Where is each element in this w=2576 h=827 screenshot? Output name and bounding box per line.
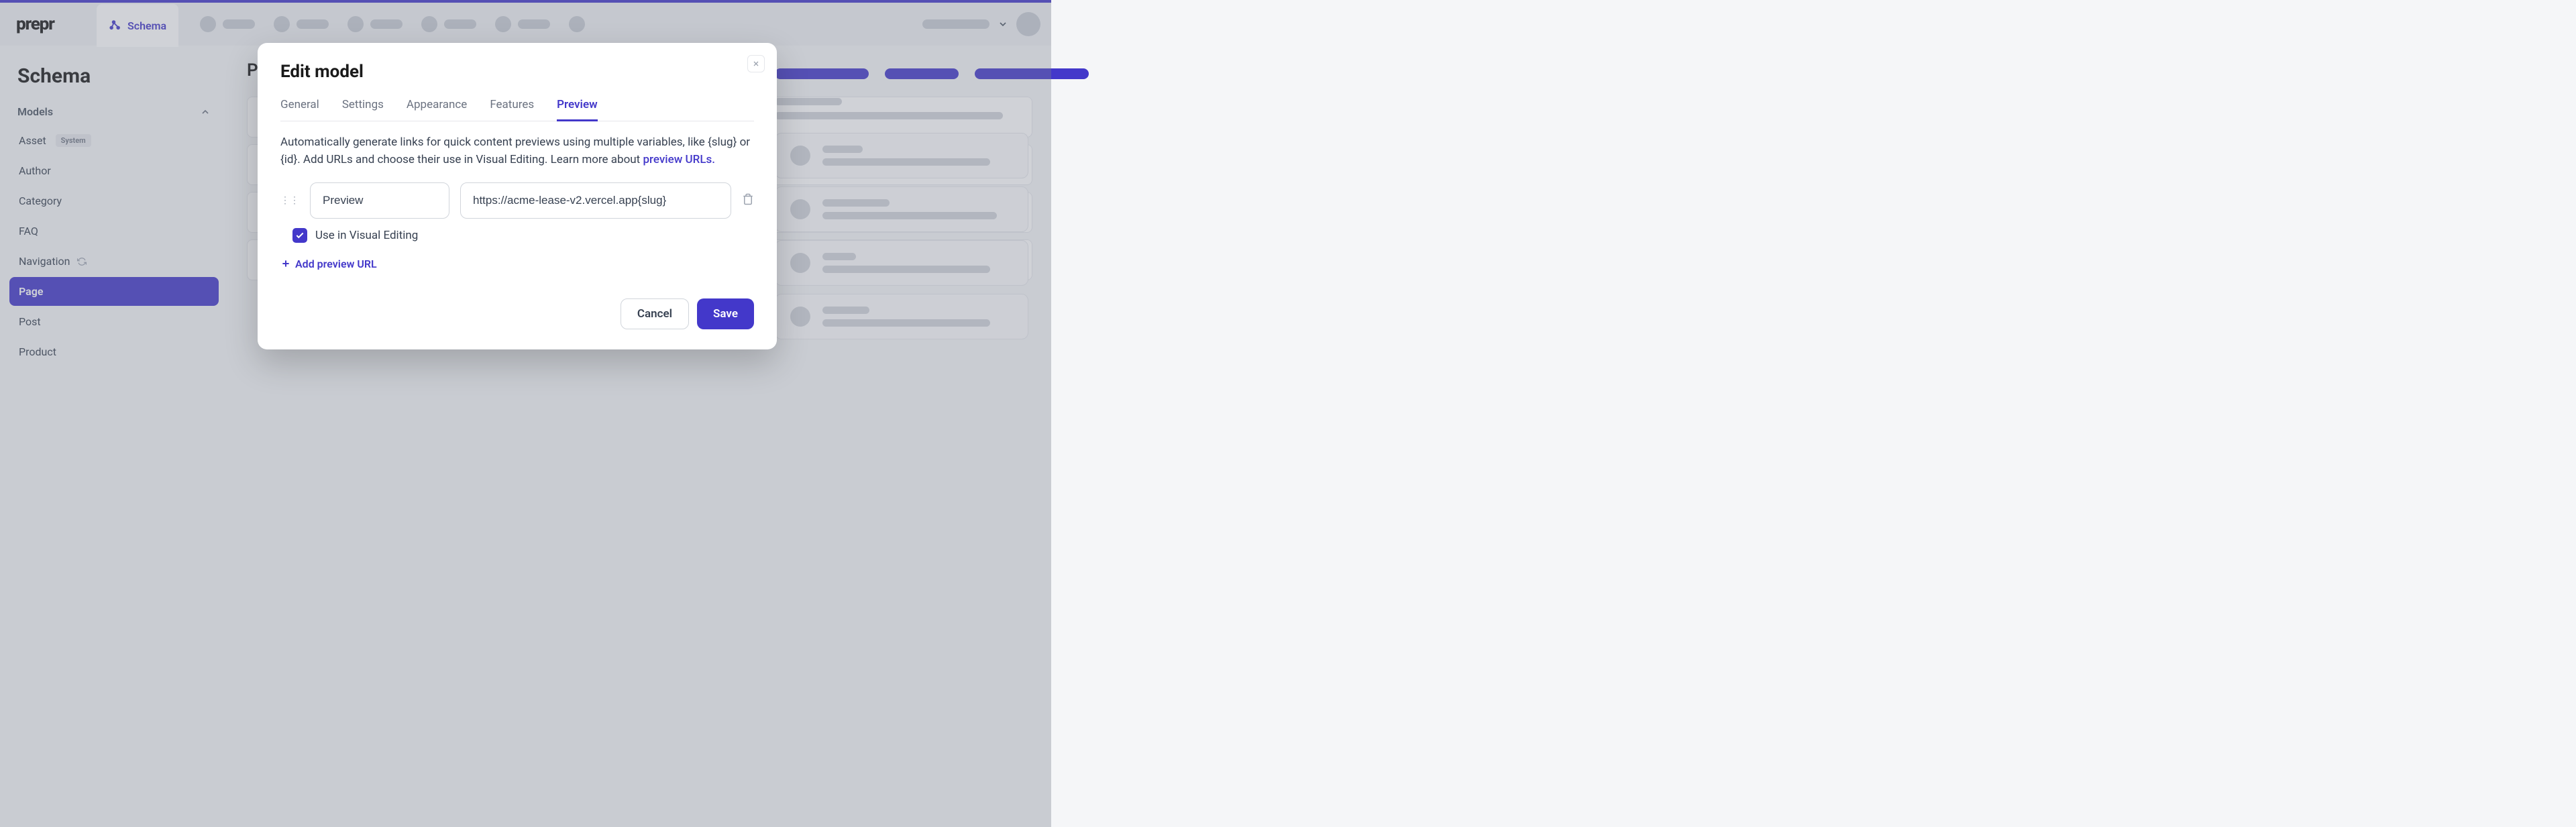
nav-tab-schema[interactable]: Schema: [97, 4, 178, 47]
close-button[interactable]: [747, 55, 765, 72]
check-icon: [295, 231, 305, 240]
nav-tab-label: Schema: [127, 19, 166, 32]
right-skeleton-zone: [775, 46, 2573, 347]
add-preview-url-button[interactable]: Add preview URL: [280, 258, 754, 270]
sidebar-item-label: FAQ: [19, 225, 38, 237]
chevron-down-icon[interactable]: [998, 19, 1008, 30]
trash-icon: [742, 193, 754, 205]
visual-editing-checkbox-row: Use in Visual Editing: [280, 228, 754, 243]
sidebar-item-faq[interactable]: FAQ: [9, 217, 219, 245]
tab-preview[interactable]: Preview: [557, 94, 598, 121]
sidebar-item-navigation[interactable]: Navigation: [9, 247, 219, 276]
sidebar-item-asset[interactable]: Asset System: [9, 126, 219, 155]
sidebar-item-post[interactable]: Post: [9, 307, 219, 336]
preview-name-input[interactable]: [310, 182, 449, 219]
modal-title: Edit model: [280, 62, 754, 82]
sidebar-item-label: Navigation: [19, 255, 70, 268]
system-badge: System: [56, 134, 91, 147]
sidebar: Schema Models Asset System Author Catego…: [0, 46, 228, 827]
sidebar-group-models[interactable]: Models: [9, 99, 219, 125]
sidebar-item-author[interactable]: Author: [9, 156, 219, 185]
prepr-logo[interactable]: prepr: [16, 14, 78, 34]
sidebar-item-label: Post: [19, 315, 41, 328]
sidebar-item-label: Product: [19, 345, 56, 358]
tab-settings[interactable]: Settings: [342, 94, 384, 121]
tab-appearance[interactable]: Appearance: [407, 94, 467, 121]
header-dropdown-skeleton[interactable]: [922, 19, 989, 29]
tab-general[interactable]: General: [280, 94, 319, 121]
sidebar-item-label: Author: [19, 164, 51, 177]
sidebar-item-label: Page: [19, 285, 43, 298]
visual-editing-label: Use in Visual Editing: [315, 229, 418, 242]
user-avatar[interactable]: [1016, 12, 1040, 36]
sidebar-item-page[interactable]: Page: [9, 277, 219, 306]
sidebar-title: Schema: [9, 59, 219, 99]
sidebar-item-product[interactable]: Product: [9, 337, 219, 366]
delete-url-button[interactable]: [742, 193, 754, 208]
close-icon: [752, 60, 760, 68]
refresh-icon: [76, 256, 87, 267]
drag-handle-icon[interactable]: ⋮⋮: [280, 195, 299, 206]
plus-icon: [280, 258, 291, 269]
chevron-up-icon: [200, 107, 211, 117]
schema-icon: [109, 19, 122, 32]
save-button[interactable]: Save: [697, 298, 754, 329]
sidebar-item-label: Asset: [19, 134, 46, 147]
visual-editing-checkbox[interactable]: [292, 228, 307, 243]
tab-features[interactable]: Features: [490, 94, 534, 121]
sidebar-item-category[interactable]: Category: [9, 186, 219, 215]
nav-skeleton-items: [200, 16, 585, 32]
modal-description: Automatically generate links for quick c…: [280, 133, 754, 169]
preview-url-input[interactable]: [460, 182, 731, 219]
edit-model-modal: Edit model General Settings Appearance F…: [258, 43, 777, 349]
svg-text:prepr: prepr: [16, 14, 55, 34]
sidebar-item-label: Category: [19, 195, 62, 207]
app-header: prepr Schema: [0, 3, 1051, 46]
modal-tabs: General Settings Appearance Features Pre…: [280, 94, 754, 121]
preview-urls-link[interactable]: preview URLs.: [643, 153, 715, 166]
preview-url-row: ⋮⋮: [280, 182, 754, 219]
cancel-button[interactable]: Cancel: [621, 298, 689, 329]
sidebar-group-label: Models: [17, 105, 53, 118]
